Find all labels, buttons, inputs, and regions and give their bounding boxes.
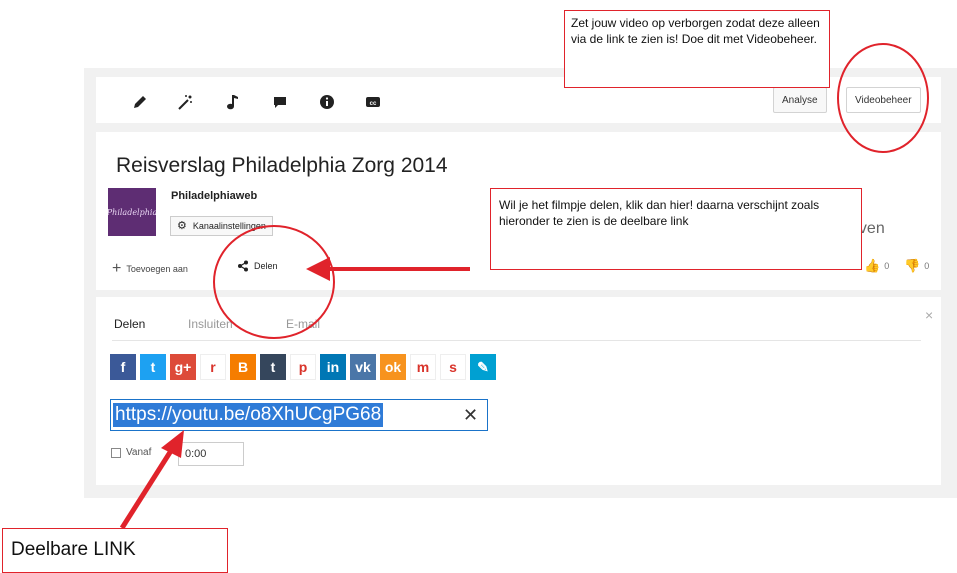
share-panel: Delen Insluiten E-mail × f t g+ r Bt p in vk ok m… bbox=[96, 297, 941, 485]
add-to-button[interactable]: + Toevoegen aan bbox=[112, 260, 188, 278]
cc-icon[interactable]: cc bbox=[364, 93, 382, 111]
share-url-field[interactable]: https://youtu.be/o8XhUCgPG68 ✕ bbox=[110, 399, 488, 431]
magic-wand-icon[interactable] bbox=[176, 93, 194, 111]
thumbs-down-icon: 👎 bbox=[904, 258, 921, 273]
svg-text:cc: cc bbox=[370, 101, 377, 107]
add-to-label: Toevoegen aan bbox=[126, 264, 188, 274]
video-title: Reisverslag Philadelphia Zorg 2014 bbox=[116, 154, 448, 177]
callout-shareable-link: Deelbare LINK bbox=[2, 528, 228, 573]
linkedin-icon[interactable]: in bbox=[320, 354, 346, 380]
mixi-icon[interactable]: m bbox=[410, 354, 436, 380]
twitter-icon[interactable]: t bbox=[140, 354, 166, 380]
gear-icon: ⚙ bbox=[177, 220, 187, 232]
channel-settings-button[interactable]: ⚙ Kanaalinstellingen bbox=[170, 216, 273, 236]
channel-logo-text: Philadelphia bbox=[108, 207, 156, 217]
share-url-text[interactable]: https://youtu.be/o8XhUCgPG68 bbox=[113, 403, 384, 427]
tab-share[interactable]: Delen bbox=[114, 317, 145, 331]
channel-name[interactable]: Philadelphiaweb bbox=[171, 190, 257, 202]
info-icon[interactable] bbox=[318, 93, 336, 111]
tab-divider bbox=[112, 340, 921, 341]
dislike-count: 0 bbox=[924, 261, 930, 271]
pencil-icon[interactable] bbox=[131, 93, 149, 111]
music-note-icon[interactable] bbox=[223, 93, 241, 111]
share-label: Delen bbox=[254, 261, 278, 271]
clear-icon[interactable]: ✕ bbox=[463, 405, 478, 426]
pinterest-icon[interactable]: p bbox=[290, 354, 316, 380]
plus-icon: + bbox=[112, 260, 122, 277]
like-count: 0 bbox=[884, 261, 890, 271]
start-at-label: Vanaf bbox=[126, 447, 152, 458]
stumbleupon-icon[interactable]: s bbox=[440, 354, 466, 380]
share-icon bbox=[238, 260, 248, 272]
callout-hide-video: Zet jouw video op verborgen zodat deze a… bbox=[564, 10, 830, 88]
videobeheer-button[interactable]: Videobeheer bbox=[846, 87, 921, 113]
start-at-checkbox[interactable] bbox=[111, 448, 121, 458]
start-time-input[interactable]: 0:00 bbox=[178, 442, 244, 466]
vk-icon[interactable]: vk bbox=[350, 354, 376, 380]
blogger-icon[interactable]: B bbox=[230, 354, 256, 380]
share-button[interactable]: Delen bbox=[237, 260, 278, 272]
tab-email[interactable]: E-mail bbox=[286, 317, 320, 331]
facebook-icon[interactable]: f bbox=[110, 354, 136, 380]
google-plus-icon[interactable]: g+ bbox=[170, 354, 196, 380]
like-button[interactable]: 👍 0 bbox=[864, 258, 889, 274]
close-icon[interactable]: × bbox=[925, 307, 933, 323]
tumblr-icon[interactable]: t bbox=[260, 354, 286, 380]
odnoklassniki-icon[interactable]: ok bbox=[380, 354, 406, 380]
dislike-button[interactable]: 👎 0 bbox=[904, 258, 929, 274]
tab-embed[interactable]: Insluiten bbox=[188, 317, 233, 331]
analyse-button[interactable]: Analyse bbox=[773, 87, 827, 113]
livejournal-icon[interactable]: ✎ bbox=[470, 354, 496, 380]
comment-icon[interactable] bbox=[271, 93, 289, 111]
thumbs-up-icon: 👍 bbox=[864, 258, 881, 273]
callout-share-hint: Wil je het filmpje delen, klik dan hier!… bbox=[490, 188, 862, 270]
channel-avatar[interactable]: Philadelphia bbox=[108, 188, 156, 236]
social-share-row: f t g+ r Bt p in vk ok m s ✎ bbox=[110, 354, 496, 380]
channel-settings-label: Kanaalinstellingen bbox=[192, 221, 266, 231]
reddit-icon[interactable]: r bbox=[200, 354, 226, 380]
